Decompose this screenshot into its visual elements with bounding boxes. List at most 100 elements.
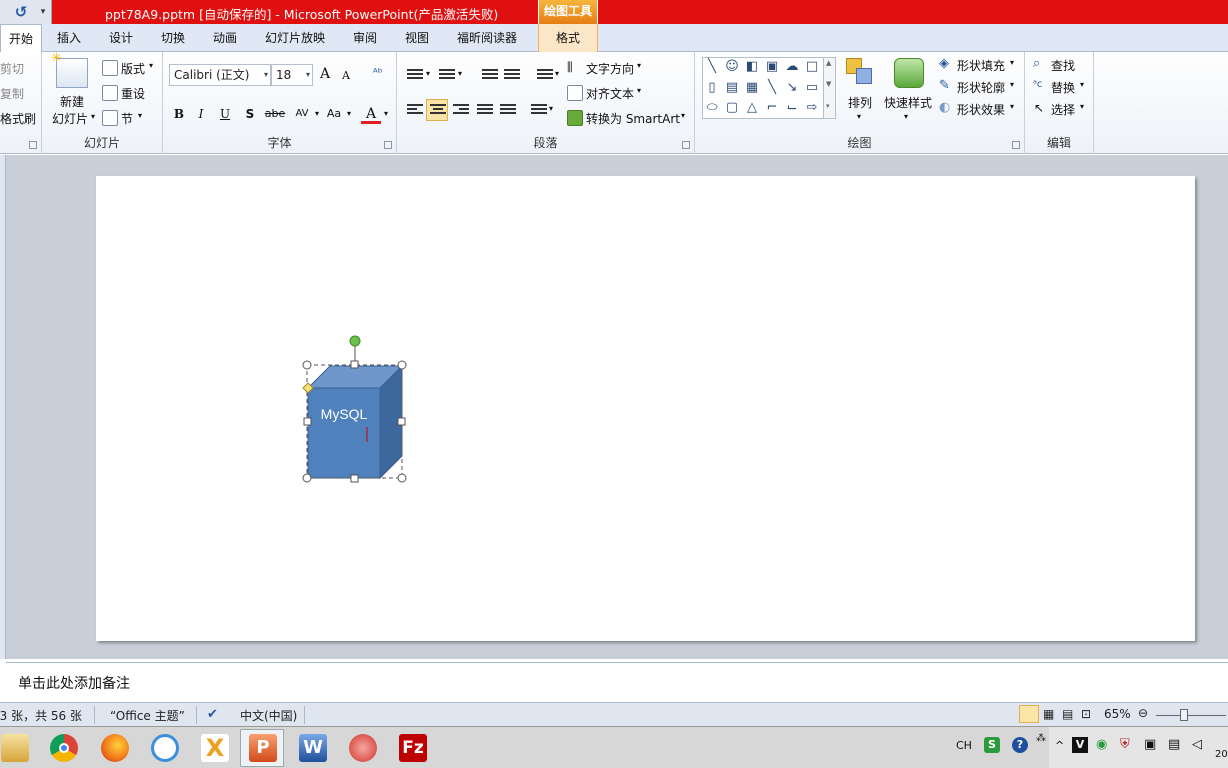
font-color-dropdown-icon[interactable]: ▾ — [381, 104, 391, 124]
replace-button[interactable]: 替换 — [1051, 79, 1075, 96]
font-color-button[interactable]: A — [361, 104, 381, 124]
shape-picture-icon[interactable]: ▤ — [725, 81, 739, 95]
slides-pane-collapsed[interactable] — [0, 155, 6, 659]
tab-view[interactable]: 视图 — [392, 24, 442, 52]
tab-home[interactable]: 开始 — [0, 24, 42, 53]
italic-button[interactable]: I — [191, 104, 211, 124]
network-icon[interactable]: ▤ — [1168, 737, 1180, 752]
shapes-gallery-scrollbar[interactable]: ▲ ▼ ▾ — [823, 58, 835, 118]
help-icon[interactable]: ? — [1012, 737, 1028, 753]
zoom-slider-thumb[interactable] — [1180, 709, 1188, 721]
volume-icon[interactable]: ◁ — [1192, 737, 1202, 752]
character-spacing-button[interactable]: AV — [291, 104, 313, 124]
quick-styles-dropdown-icon[interactable]: ▾ — [904, 112, 908, 121]
smartart-dropdown-icon[interactable]: ▾ — [681, 111, 685, 120]
shape-elbow-icon[interactable]: ⌐ — [765, 101, 779, 115]
language-indicator[interactable]: 中文(中国) — [240, 707, 297, 724]
text-direction-dropdown-icon[interactable]: ▾ — [637, 61, 641, 70]
taskbar-snail-app[interactable] — [340, 729, 384, 767]
shape-frame-icon[interactable]: ▣ — [765, 60, 779, 74]
notes-placeholder[interactable]: 单击此处添加备注 — [18, 673, 130, 693]
paragraph-launcher-icon[interactable] — [682, 141, 690, 149]
spacing-dropdown-icon[interactable]: ▾ — [312, 104, 322, 124]
taskbar-word[interactable]: W — [290, 729, 334, 767]
slide-sorter-icon[interactable]: ▦ — [1043, 707, 1054, 721]
clock[interactable]: 20 — [1215, 749, 1228, 760]
text-direction-button[interactable]: 文字方向 — [586, 60, 634, 77]
rotation-handle[interactable] — [349, 335, 361, 347]
shape-right-arrow-icon[interactable]: ⇨ — [805, 101, 819, 115]
gallery-down-icon[interactable]: ▼ — [826, 80, 831, 88]
tab-review[interactable]: 审阅 — [340, 24, 390, 52]
font-name-combo[interactable]: Calibri (正文) ▾ — [169, 64, 271, 86]
shape-triangle-icon[interactable]: △ — [745, 101, 759, 115]
reading-view-icon[interactable]: ▤ — [1062, 707, 1073, 721]
underline-button[interactable]: U — [215, 104, 235, 124]
shape-elbow-arrow-icon[interactable]: ⌙ — [785, 101, 799, 115]
shape-chart-icon[interactable]: ▦ — [745, 81, 759, 95]
cube-shape[interactable] — [306, 364, 404, 480]
nvidia-icon[interactable]: ◉ — [1096, 737, 1107, 752]
shape-rectangle-icon[interactable]: ▭ — [805, 81, 819, 95]
resize-handle-right[interactable] — [397, 417, 406, 426]
new-slide-dropdown-icon[interactable]: ▾ — [91, 112, 95, 121]
tab-foxit-reader[interactable]: 福昕阅读器 — [448, 24, 526, 52]
decrease-indent-icon[interactable] — [482, 69, 498, 83]
shape-smiley-icon[interactable]: ☺ — [725, 60, 739, 74]
columns-dropdown-icon[interactable]: ▾ — [549, 104, 553, 113]
shape-outline-dropdown-icon[interactable]: ▾ — [1010, 80, 1014, 89]
shape-rounded-rect-icon[interactable]: ▢ — [725, 101, 739, 115]
zoom-out-icon[interactable]: ⊖ — [1138, 706, 1148, 720]
tab-insert[interactable]: 插入 — [44, 24, 94, 52]
align-text-dropdown-icon[interactable]: ▾ — [637, 86, 641, 95]
justify-icon[interactable] — [477, 104, 493, 118]
numbering-dropdown-icon[interactable]: ▾ — [458, 69, 462, 78]
reset-button[interactable]: 重设 — [121, 85, 145, 102]
zoom-level[interactable]: 65% — [1104, 707, 1131, 721]
clipboard-launcher-icon[interactable] — [29, 141, 37, 149]
shape-cube-icon[interactable]: ◧ — [745, 60, 759, 74]
taskbar-explorer[interactable] — [0, 729, 36, 767]
resize-handle-top[interactable] — [350, 360, 359, 369]
bullets-icon[interactable] — [407, 69, 423, 83]
tab-animations[interactable]: 动画 — [200, 24, 250, 52]
new-slide-label-1[interactable]: 新建 — [60, 93, 84, 110]
copy-button[interactable]: 复制 — [0, 85, 24, 102]
slide-canvas[interactable]: MySQL — [96, 176, 1195, 641]
taskbar-cloud-app[interactable] — [142, 729, 186, 767]
replace-dropdown-icon[interactable]: ▾ — [1080, 80, 1084, 89]
shape-callout-icon[interactable]: □ — [805, 60, 819, 74]
input-method-indicator[interactable]: CH — [956, 739, 972, 752]
align-text-button[interactable]: 对齐文本 — [586, 85, 634, 102]
cut-button[interactable]: 剪切 — [0, 60, 24, 77]
line-spacing-dropdown-icon[interactable]: ▾ — [555, 69, 559, 78]
tab-slideshow[interactable]: 幻灯片放映 — [256, 24, 334, 52]
gallery-up-icon[interactable]: ▲ — [826, 59, 831, 67]
shape-line-icon[interactable]: ╲ — [705, 60, 719, 74]
resize-handle-bottom-right[interactable] — [397, 473, 407, 483]
tab-format[interactable]: 格式 — [538, 24, 598, 52]
layout-button[interactable]: 版式 — [121, 60, 145, 77]
cube-text[interactable]: MySQL — [308, 406, 380, 422]
shape-arrow-line-icon[interactable]: ↘ — [785, 81, 799, 95]
numbering-icon[interactable] — [439, 69, 455, 83]
gallery-more-icon[interactable]: ▾ — [826, 102, 830, 110]
format-painter-button[interactable]: 格式刷 — [0, 110, 36, 127]
resize-handle-bottom[interactable] — [350, 474, 359, 483]
shape-effects-button[interactable]: 形状效果 — [957, 101, 1005, 118]
font-launcher-icon[interactable] — [384, 141, 392, 149]
taskbar-chrome[interactable] — [41, 729, 85, 767]
align-right-icon[interactable] — [453, 104, 469, 118]
shape-cloud-icon[interactable]: ☁ — [785, 60, 799, 74]
select-dropdown-icon[interactable]: ▾ — [1080, 102, 1084, 111]
arrange-dropdown-icon[interactable]: ▾ — [857, 112, 861, 121]
increase-indent-icon[interactable] — [504, 69, 520, 83]
shape-effects-dropdown-icon[interactable]: ▾ — [1010, 102, 1014, 111]
normal-view-button[interactable] — [1019, 705, 1039, 723]
change-case-button[interactable]: Aa — [323, 104, 345, 124]
taskbar-xmind[interactable]: X — [192, 729, 236, 767]
new-slide-icon[interactable]: ✳ — [51, 52, 88, 88]
undo-icon[interactable]: ↺ — [12, 3, 30, 21]
shape-oval-icon[interactable]: ⬭ — [705, 101, 719, 115]
shrink-font-button[interactable]: A — [342, 69, 350, 82]
